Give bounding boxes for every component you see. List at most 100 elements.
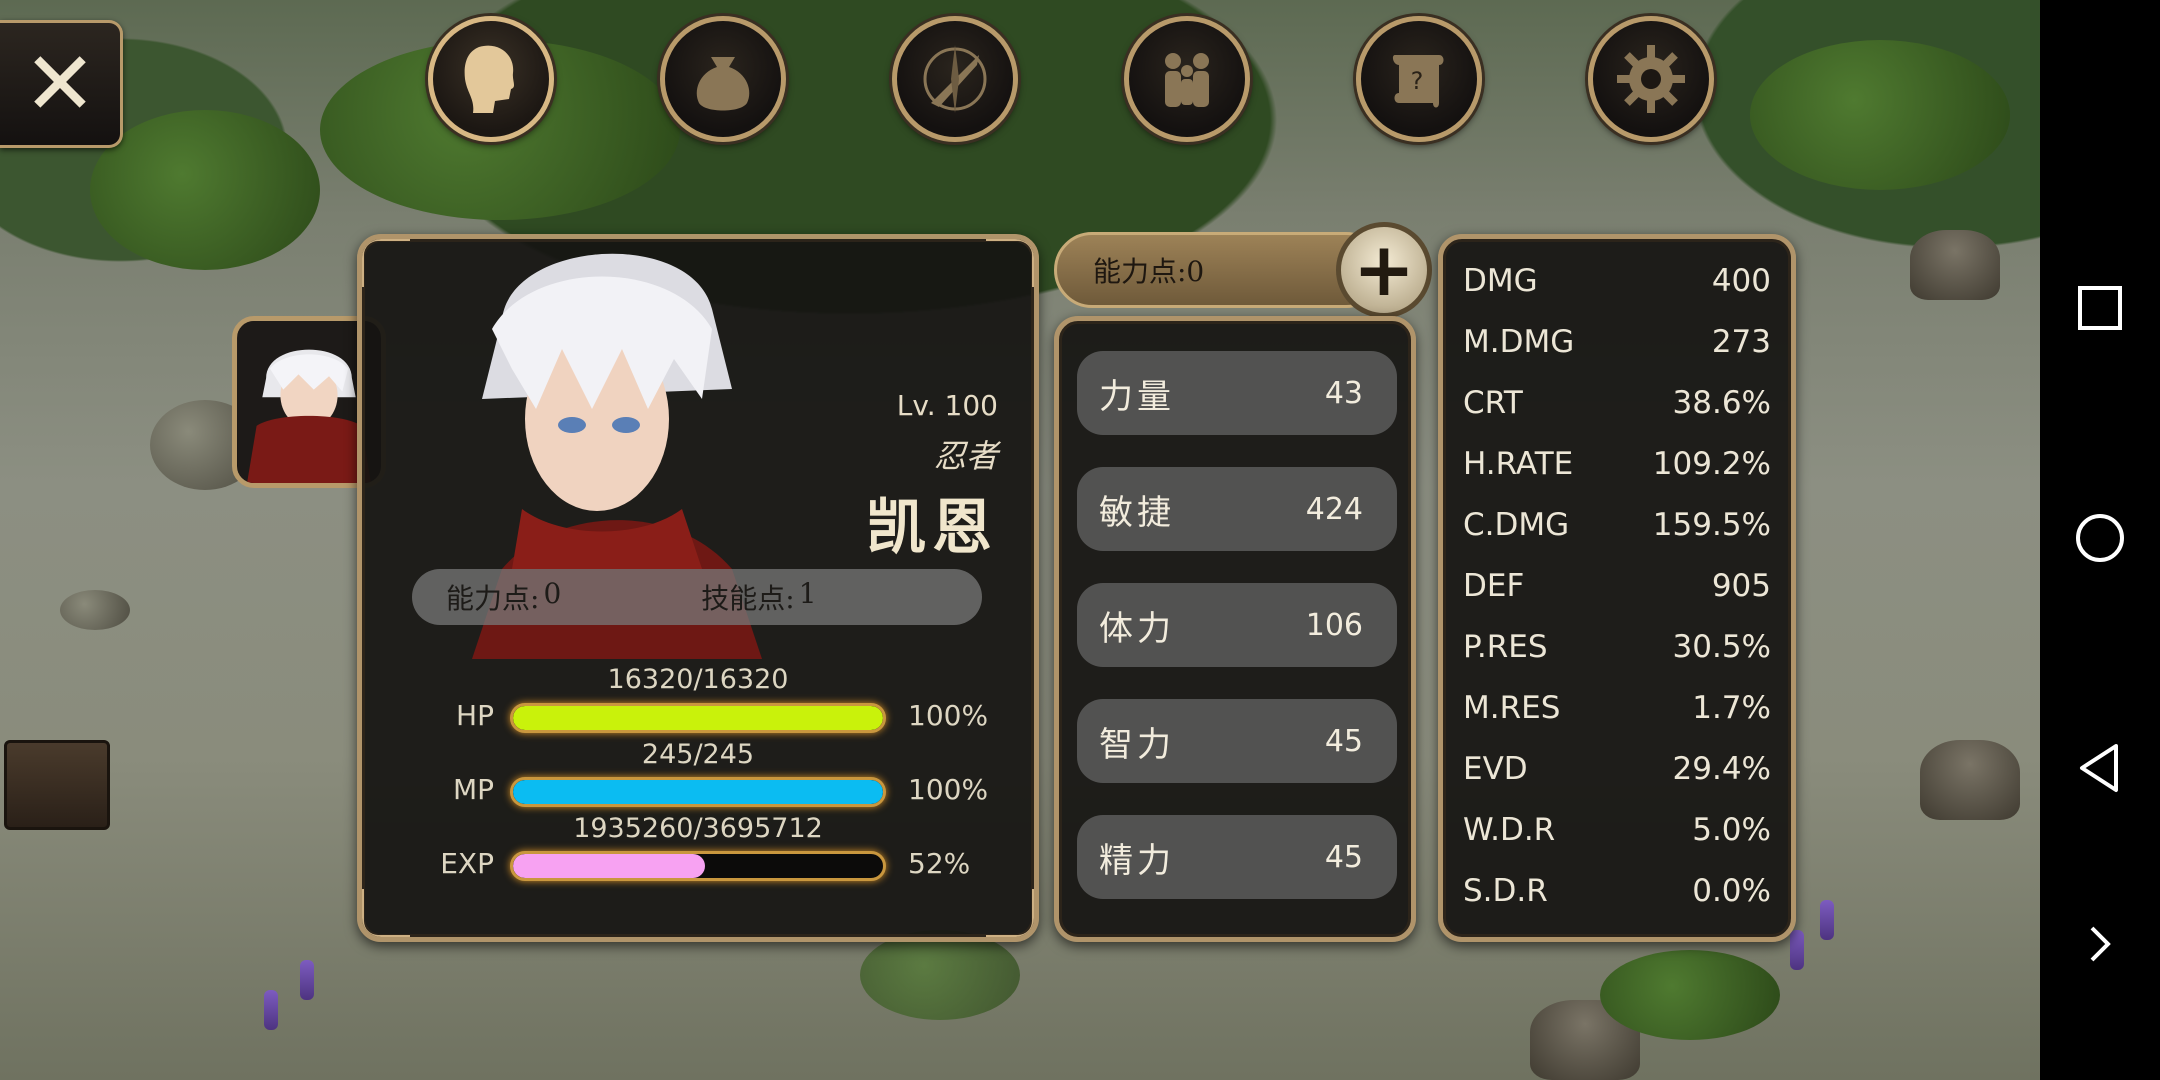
points-summary: 能力点: 0 技能点: 1 bbox=[412, 569, 982, 625]
close-button[interactable]: ✕ bbox=[0, 20, 123, 148]
compass-sword-icon bbox=[923, 45, 987, 113]
scroll-icon: ? bbox=[1392, 55, 1444, 108]
bag-icon bbox=[696, 57, 750, 111]
attribute-value: 45 bbox=[1324, 723, 1363, 759]
stat-name: P.RES bbox=[1463, 629, 1548, 665]
tree-stump bbox=[1920, 740, 2020, 820]
stat-value: 273 bbox=[1711, 324, 1771, 360]
stat-name: DEF bbox=[1463, 568, 1525, 604]
attribute-row-agility: 敏捷 424 bbox=[1077, 467, 1397, 551]
stat-row: EVD 29.4% bbox=[1463, 751, 1771, 787]
back-button[interactable] bbox=[2040, 708, 2160, 828]
bush bbox=[860, 930, 1020, 1020]
exp-bar-fill bbox=[513, 854, 706, 878]
hp-percent: 100% bbox=[908, 699, 989, 732]
mp-row: MP 100% bbox=[362, 773, 1034, 807]
exp-row: EXP 52% bbox=[362, 847, 1034, 881]
stat-row: P.RES 30.5% bbox=[1463, 629, 1771, 665]
attribute-name: 精力 bbox=[1099, 840, 1175, 881]
square-icon bbox=[2078, 286, 2122, 330]
tab-settings[interactable] bbox=[1588, 16, 1714, 142]
hp-value: 16320/16320 bbox=[607, 664, 789, 695]
stat-row: C.DMG 159.5% bbox=[1463, 507, 1771, 543]
svg-text:?: ? bbox=[1411, 67, 1424, 95]
attribute-row-strength: 力量 43 bbox=[1077, 351, 1397, 435]
exp-value: 1935260/3695712 bbox=[573, 813, 823, 844]
stat-name: EVD bbox=[1463, 751, 1528, 787]
stat-value: 38.6% bbox=[1672, 385, 1771, 421]
flower bbox=[1790, 930, 1804, 970]
tab-character[interactable] bbox=[428, 16, 554, 142]
tab-inventory[interactable] bbox=[660, 16, 786, 142]
stat-name: DMG bbox=[1463, 263, 1538, 299]
bush bbox=[1750, 40, 2010, 190]
expand-button[interactable] bbox=[2040, 884, 2160, 1004]
stat-value: 0.0% bbox=[1692, 873, 1771, 909]
attribute-value: 106 bbox=[1305, 607, 1363, 643]
stat-value: 400 bbox=[1711, 263, 1771, 299]
stat-row: H.RATE 109.2% bbox=[1463, 446, 1771, 482]
skill-points: 技能点: 1 bbox=[701, 577, 817, 615]
treasure-chest bbox=[4, 740, 110, 830]
stat-value: 1.7% bbox=[1692, 690, 1771, 726]
hp-bar bbox=[510, 703, 886, 733]
gear-icon bbox=[1617, 45, 1685, 113]
fallen-log bbox=[1600, 950, 1780, 1040]
tree-stump bbox=[1910, 230, 2000, 300]
level-label: Lv. 100 bbox=[896, 389, 998, 422]
attribute-row-intelligence: 智力 45 bbox=[1077, 699, 1397, 783]
panel-corner bbox=[362, 889, 410, 937]
people-icon bbox=[1165, 53, 1209, 107]
mp-bar-fill bbox=[513, 780, 883, 804]
stat-name: W.D.R bbox=[1463, 812, 1556, 848]
stat-row: DMG 400 bbox=[1463, 263, 1771, 299]
exp-percent: 52% bbox=[908, 847, 971, 880]
tab-party[interactable] bbox=[1124, 16, 1250, 142]
head-icon bbox=[464, 45, 515, 113]
mp-bar bbox=[510, 777, 886, 807]
attribute-row-stamina: 体力 106 bbox=[1077, 583, 1397, 667]
attribute-row-spirit: 精力 45 bbox=[1077, 815, 1397, 899]
stat-row: M.DMG 273 bbox=[1463, 324, 1771, 360]
flower bbox=[264, 990, 278, 1030]
stat-value: 905 bbox=[1711, 568, 1771, 604]
ability-points: 能力点: 0 bbox=[446, 577, 562, 615]
mp-label: MP bbox=[452, 773, 494, 806]
hp-bar-fill bbox=[513, 706, 883, 730]
stat-name: CRT bbox=[1463, 385, 1523, 421]
panel-corner bbox=[362, 239, 410, 287]
attribute-name: 智力 bbox=[1099, 724, 1175, 765]
stat-name: M.DMG bbox=[1463, 324, 1575, 360]
attribute-value: 45 bbox=[1324, 839, 1363, 875]
flower bbox=[300, 960, 314, 1000]
mp-percent: 100% bbox=[908, 773, 989, 806]
stat-row: M.RES 1.7% bbox=[1463, 690, 1771, 726]
tab-quests[interactable]: ? bbox=[1356, 16, 1482, 142]
exp-label: EXP bbox=[440, 847, 494, 880]
add-points-button[interactable]: + bbox=[1336, 222, 1432, 318]
stat-value: 29.4% bbox=[1672, 751, 1771, 787]
stat-value: 30.5% bbox=[1672, 629, 1771, 665]
flower bbox=[1820, 900, 1834, 940]
job-label: 忍者 bbox=[933, 437, 998, 475]
recent-apps-button[interactable] bbox=[2040, 248, 2160, 368]
triangle-back-icon bbox=[2080, 744, 2118, 792]
stat-value: 109.2% bbox=[1652, 446, 1771, 482]
home-button[interactable] bbox=[2040, 478, 2160, 598]
panel-corner bbox=[986, 889, 1034, 937]
attribute-name: 力量 bbox=[1099, 376, 1175, 417]
tab-skills[interactable] bbox=[892, 16, 1018, 142]
stat-row: DEF 905 bbox=[1463, 568, 1771, 604]
attribute-name: 敏捷 bbox=[1099, 492, 1175, 533]
character-name: 凯恩 bbox=[866, 493, 998, 563]
attributes-panel: 力量 43 敏捷 424 体力 106 智力 45 精力 45 bbox=[1054, 316, 1416, 942]
ability-points-header: 能力点:0 bbox=[1054, 232, 1384, 308]
stat-row: W.D.R 5.0% bbox=[1463, 812, 1771, 848]
stat-name: C.DMG bbox=[1463, 507, 1570, 543]
stat-value: 5.0% bbox=[1692, 812, 1771, 848]
attribute-name: 体力 bbox=[1099, 608, 1175, 649]
bush bbox=[90, 110, 320, 270]
stat-value: 159.5% bbox=[1652, 507, 1771, 543]
exp-bar bbox=[510, 851, 886, 881]
circle-icon bbox=[2076, 514, 2124, 562]
